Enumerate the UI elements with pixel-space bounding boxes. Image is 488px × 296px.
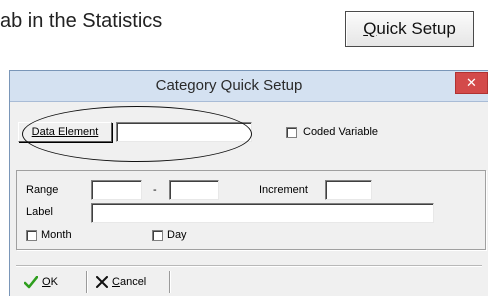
range-from-field[interactable] [91,180,142,200]
day-label: Day [167,229,187,241]
checkmark-icon [24,275,38,288]
range-dash: - [153,184,157,196]
label-field[interactable] [91,203,434,223]
increment-field[interactable] [325,180,372,200]
x-icon [96,276,108,288]
day-checkbox[interactable] [152,230,163,241]
ok-accel: O [42,276,51,288]
dialog-titlebar[interactable]: Category Quick Setup ✕ [10,71,488,102]
close-button[interactable]: ✕ [455,72,488,94]
toolbar-divider [169,271,171,293]
quick-setup-button[interactable]: Quick Setup [345,11,474,47]
cancel-label: ancel [119,276,147,288]
category-quick-setup-dialog: Category Quick Setup ✕ Data Element Code… [9,70,488,296]
quick-setup-label: uick Setup [376,19,456,38]
cancel-accel: C [112,276,120,288]
coded-variable-checkbox[interactable] [286,127,297,138]
highlight-ellipse [22,106,252,162]
label-caption: Label [26,206,53,218]
document-text: ab in the Statistics [0,10,163,32]
close-icon: ✕ [466,75,477,90]
coded-variable-label: Coded Variable [303,126,379,138]
increment-label: Increment [259,184,308,196]
ok-button[interactable]: OK [18,270,82,294]
month-checkbox[interactable] [26,230,37,241]
quick-setup-accel: Q [363,19,377,38]
range-label: Range [26,184,59,196]
ok-label: K [50,276,58,288]
cancel-button[interactable]: Cancel [90,270,168,294]
dialog-title: Category Quick Setup [155,77,303,94]
month-label: Month [41,229,72,241]
toolbar-divider [86,271,88,293]
toolbar-separator [16,265,482,267]
range-to-field[interactable] [169,180,219,200]
